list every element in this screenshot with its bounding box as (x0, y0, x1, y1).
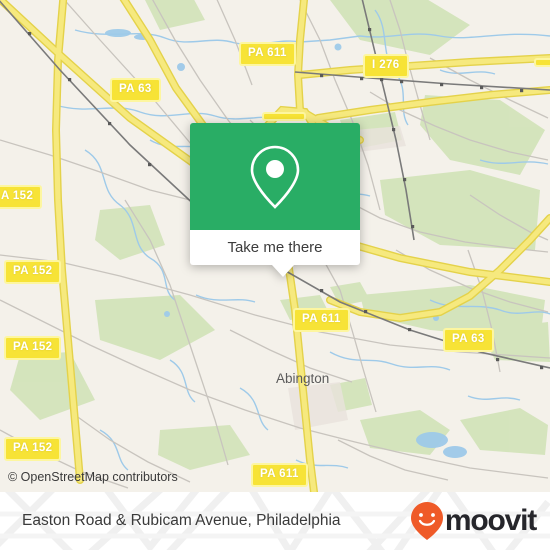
footer-bar: Easton Road & Rubicam Avenue, Philadelph… (0, 492, 550, 550)
location-title: Easton Road & Rubicam Avenue, Philadelph… (22, 512, 341, 529)
road-shield-pa63-nw[interactable]: PA 63 (110, 78, 161, 102)
road-shield-clipped-right-edge (534, 58, 550, 67)
osm-attribution[interactable]: © OpenStreetMap contributors (8, 470, 178, 484)
road-shield-i276[interactable]: I 276 (363, 54, 409, 78)
road-shield-pa611-s[interactable]: PA 611 (251, 463, 308, 487)
popup-action-bar[interactable]: Take me there (190, 230, 360, 277)
place-label-abington: Abington (276, 371, 330, 386)
popup-image-area (190, 123, 360, 230)
road-shield-pa152-d[interactable]: PA 152 (4, 437, 62, 461)
popup-pointer-tail (272, 265, 294, 277)
road-shield-pa152-b[interactable]: PA 152 (4, 260, 62, 284)
moovit-smiley-pin-icon (410, 502, 443, 540)
road-shield-pa611-mid[interactable]: PA 611 (293, 308, 350, 332)
moovit-map-screenshot: Abington PA 63 PA 611 I 276 A 152 PA 152… (0, 0, 550, 550)
location-pin-icon (250, 145, 300, 209)
road-shield-pa63-se[interactable]: PA 63 (443, 328, 494, 352)
road-shield-occluded-behind-card (262, 112, 306, 121)
road-shield-pa152-a[interactable]: A 152 (0, 185, 43, 209)
moovit-wordmark: moovit (444, 504, 537, 537)
road-shield-pa152-c[interactable]: PA 152 (4, 336, 62, 360)
location-popup-card[interactable]: Take me there (190, 123, 360, 277)
take-me-there-label: Take me there (227, 239, 323, 256)
road-shield-pa611-n[interactable]: PA 611 (239, 42, 296, 66)
moovit-brand-logo[interactable]: moovit (410, 501, 537, 541)
